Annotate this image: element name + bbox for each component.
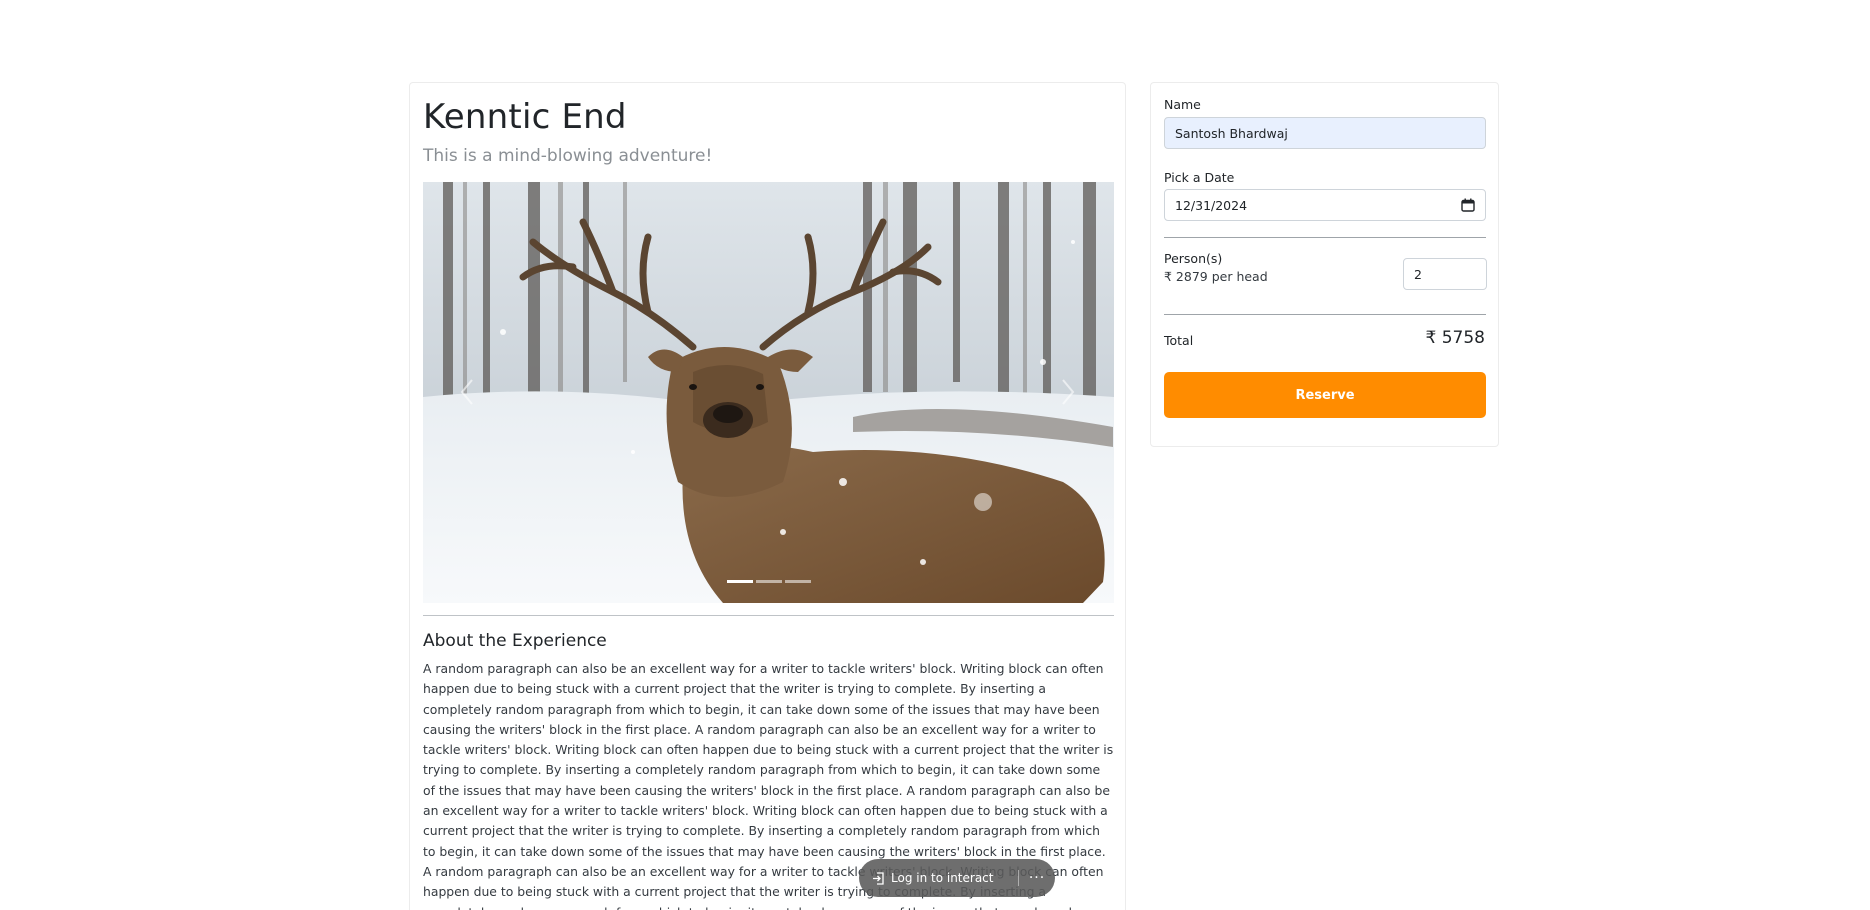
carousel-indicators	[423, 580, 1114, 583]
deer-photo	[423, 182, 1114, 603]
section-divider	[423, 615, 1114, 616]
total-label: Total	[1164, 333, 1194, 348]
carousel-indicator-2[interactable]	[755, 580, 782, 583]
login-to-interact-button[interactable]: Log in to interact	[859, 871, 1018, 885]
image-carousel[interactable]	[423, 182, 1114, 603]
booking-divider-2	[1164, 314, 1486, 315]
persons-input-value: 2	[1414, 266, 1422, 282]
chevron-right-icon	[1062, 379, 1075, 405]
name-input-value: Santosh Bhardwaj	[1175, 125, 1288, 141]
about-heading: About the Experience	[423, 631, 607, 651]
total-value: ₹ 5758	[1425, 328, 1485, 348]
persons-label: Person(s)	[1164, 251, 1223, 266]
carousel-indicator-1[interactable]	[726, 580, 753, 583]
date-input-value: 12/31/2024	[1175, 197, 1248, 213]
name-input[interactable]: Santosh Bhardwaj	[1164, 117, 1486, 149]
date-input[interactable]: 12/31/2024	[1164, 189, 1486, 221]
carousel-indicator-3[interactable]	[784, 580, 811, 583]
login-icon	[873, 871, 884, 885]
persons-input[interactable]: 2	[1403, 258, 1487, 290]
page: Kenntic End This is a mind-blowing adven…	[0, 0, 1870, 910]
experience-subtitle: This is a mind-blowing adventure!	[423, 146, 713, 166]
booking-divider-1	[1164, 237, 1486, 238]
per-head-price: ₹ 2879 per head	[1164, 269, 1268, 284]
reserve-button[interactable]: Reserve	[1164, 372, 1486, 418]
more-options-button[interactable]: ···	[1019, 870, 1055, 886]
date-label: Pick a Date	[1164, 170, 1235, 185]
carousel-prev-button[interactable]	[455, 372, 479, 412]
booking-card: Name Santosh Bhardwaj Pick a Date 12/31/…	[1150, 82, 1499, 447]
experience-title: Kenntic End	[423, 97, 627, 137]
carousel-next-button[interactable]	[1056, 372, 1080, 412]
floating-toolbar: Log in to interact ···	[859, 859, 1055, 897]
experience-card: Kenntic End This is a mind-blowing adven…	[409, 82, 1126, 910]
name-label: Name	[1164, 97, 1201, 112]
chevron-left-icon	[460, 379, 473, 405]
calendar-icon[interactable]	[1461, 198, 1475, 212]
login-label: Log in to interact	[891, 871, 994, 885]
